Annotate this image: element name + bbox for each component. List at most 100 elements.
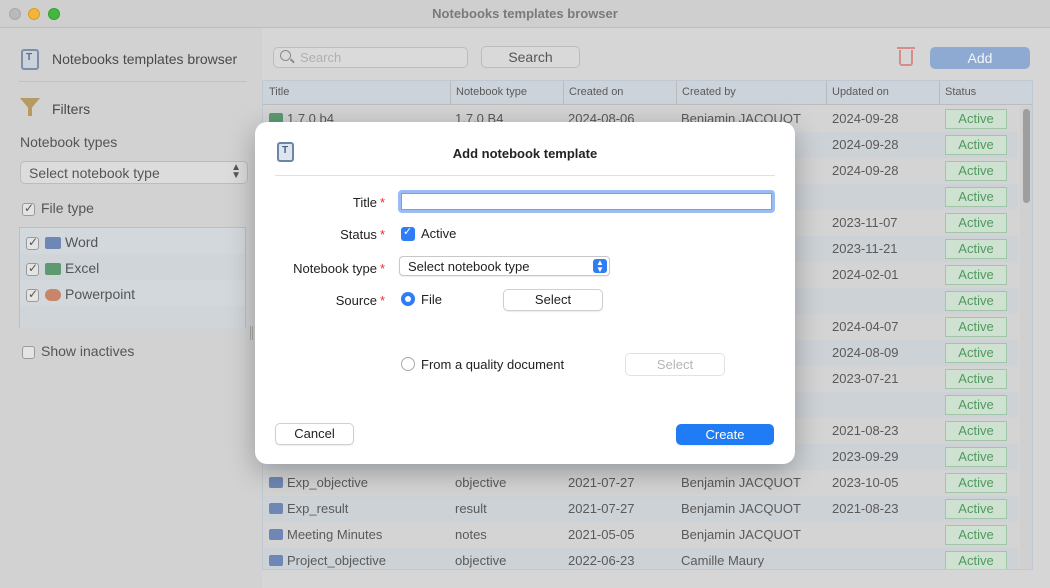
file-icon bbox=[269, 477, 283, 488]
file-type-checkbox[interactable] bbox=[22, 201, 35, 216]
show-inactives-label: Show inactives bbox=[41, 343, 135, 359]
status-badge: Active bbox=[945, 213, 1007, 233]
column-divider bbox=[676, 81, 677, 105]
cell-updated-on: 2023-11-21 bbox=[832, 241, 898, 256]
cell-updated-on: 2024-08-09 bbox=[832, 345, 899, 360]
cell-created-by: Benjamin JACQUOT bbox=[681, 501, 801, 516]
table-header: Title Notebook type Created on Created b… bbox=[263, 81, 1032, 105]
search-field[interactable] bbox=[273, 47, 468, 68]
sidebar-app-title: Notebooks templates browser bbox=[52, 51, 238, 67]
column-header-created-by[interactable]: Created by bbox=[682, 86, 736, 98]
file-type-empty-row bbox=[20, 306, 245, 328]
cell-created-on: 2021-07-27 bbox=[568, 501, 635, 516]
sidebar: T Notebooks templates browser Filters No… bbox=[0, 28, 262, 588]
create-button[interactable]: Create bbox=[676, 424, 774, 445]
file-type-item-label: Excel bbox=[65, 260, 100, 276]
status-badge: Active bbox=[945, 317, 1007, 337]
file-type-item-excel[interactable]: Excel bbox=[20, 254, 245, 280]
notebook-type-filter-value: Select notebook type bbox=[29, 165, 160, 181]
file-type-item-label: Word bbox=[65, 234, 99, 250]
cell-created-on: 2021-07-27 bbox=[568, 475, 635, 490]
cell-updated-on: 2024-09-28 bbox=[832, 137, 899, 152]
file-icon bbox=[269, 555, 283, 566]
select-file-button[interactable]: Select bbox=[503, 289, 603, 311]
active-checkbox[interactable] bbox=[401, 225, 415, 241]
status-badge: Active bbox=[945, 291, 1007, 311]
chevron-updown-icon: ▲ ▼ bbox=[231, 162, 241, 181]
select-quality-document-button[interactable]: Select bbox=[625, 353, 725, 376]
powerpoint-icon bbox=[45, 289, 61, 302]
source-label: Source * bbox=[335, 293, 385, 308]
trash-icon[interactable] bbox=[897, 47, 915, 66]
table-row[interactable]: Project_objective objective 2022-06-23 Cami… bbox=[263, 548, 1018, 569]
cell-type: objective bbox=[455, 553, 507, 568]
excel-checkbox[interactable] bbox=[26, 261, 39, 276]
powerpoint-checkbox[interactable] bbox=[26, 287, 39, 302]
cell-title: Exp_objective bbox=[287, 475, 368, 490]
status-badge: Active bbox=[945, 525, 1007, 545]
cell-created-on: 2022-06-23 bbox=[568, 553, 635, 568]
cell-updated-on: 2023-09-29 bbox=[832, 449, 899, 464]
notebook-type-filter-select[interactable]: Select notebook type ▲ ▼ bbox=[20, 161, 248, 184]
file-type-toggle[interactable]: File type bbox=[22, 200, 94, 216]
window-titlebar: Notebooks templates browser bbox=[0, 0, 1050, 28]
cell-created-on: 2021-05-05 bbox=[568, 527, 635, 542]
cell-type: notes bbox=[455, 527, 487, 542]
chevron-updown-icon: ▲ ▼ bbox=[593, 259, 607, 274]
column-header-status[interactable]: Status bbox=[945, 86, 976, 98]
show-inactives-toggle[interactable]: Show inactives bbox=[22, 343, 134, 359]
status-badge: Active bbox=[945, 265, 1007, 285]
status-badge: Active bbox=[945, 447, 1007, 467]
cancel-button[interactable]: Cancel bbox=[275, 423, 354, 445]
column-header-title[interactable]: Title bbox=[269, 86, 289, 98]
filters-heading: Filters bbox=[52, 101, 91, 117]
status-badge: Active bbox=[945, 499, 1007, 519]
cell-updated-on: 2024-09-28 bbox=[832, 163, 899, 178]
table-row[interactable]: Exp_result result 2021-07-27 Benjamin JACQU… bbox=[263, 496, 1018, 522]
sidebar-divider bbox=[19, 81, 247, 82]
cell-updated-on: 2021-08-23 bbox=[832, 501, 899, 516]
notebook-type-label: Notebook type * bbox=[293, 261, 385, 276]
table-scrollbar[interactable] bbox=[1020, 106, 1032, 569]
dialog-divider bbox=[275, 175, 775, 176]
active-label: Active bbox=[421, 226, 457, 241]
source-quality-document-label: From a quality document bbox=[421, 357, 565, 372]
status-badge: Active bbox=[945, 343, 1007, 363]
source-file-radio[interactable] bbox=[401, 292, 415, 306]
column-divider bbox=[826, 81, 827, 105]
file-type-item-word[interactable]: Word bbox=[20, 228, 245, 254]
cell-updated-on: 2024-04-07 bbox=[832, 319, 899, 334]
column-divider bbox=[563, 81, 564, 105]
notebook-types-label: Notebook types bbox=[20, 134, 118, 150]
column-header-created-on[interactable]: Created on bbox=[569, 86, 623, 98]
scrollbar-thumb[interactable] bbox=[1023, 109, 1030, 203]
add-template-dialog: T Add notebook template Title* Status* A… bbox=[255, 122, 795, 464]
column-divider bbox=[939, 81, 940, 105]
status-badge: Active bbox=[945, 395, 1007, 415]
column-header-updated-on[interactable]: Updated on bbox=[832, 86, 889, 98]
file-type-item-powerpoint[interactable]: Powerpoint bbox=[20, 280, 245, 306]
status-badge: Active bbox=[945, 161, 1007, 181]
title-field[interactable] bbox=[398, 190, 775, 213]
cell-updated-on: 2024-09-28 bbox=[832, 111, 899, 126]
column-header-notebook-type[interactable]: Notebook type bbox=[456, 86, 527, 98]
add-button[interactable]: Add bbox=[930, 47, 1030, 69]
show-inactives-checkbox[interactable] bbox=[22, 345, 35, 359]
table-row[interactable]: Meeting Minutes notes 2021-05-05 Benjamin J… bbox=[263, 522, 1018, 548]
search-input[interactable] bbox=[300, 50, 460, 65]
status-badge: Active bbox=[945, 369, 1007, 389]
source-quality-document-radio[interactable] bbox=[401, 357, 415, 371]
table-row[interactable]: Exp_objective objective 2021-07-27 Benjamin… bbox=[263, 470, 1018, 496]
search-button[interactable]: Search bbox=[481, 46, 580, 68]
file-type-label: File type bbox=[41, 200, 94, 216]
status-badge: Active bbox=[945, 551, 1007, 569]
word-checkbox[interactable] bbox=[26, 235, 39, 250]
sidebar-resize-handle[interactable] bbox=[250, 326, 253, 340]
title-input[interactable] bbox=[401, 193, 772, 210]
cell-updated-on: 2021-08-23 bbox=[832, 423, 899, 438]
cell-title: Meeting Minutes bbox=[287, 527, 383, 542]
notebook-type-select[interactable]: Select notebook type ▲ ▼ bbox=[399, 256, 610, 276]
file-type-item-label: Powerpoint bbox=[65, 286, 136, 302]
status-badge: Active bbox=[945, 109, 1007, 129]
cell-created-by: Benjamin JACQUOT bbox=[681, 475, 801, 490]
